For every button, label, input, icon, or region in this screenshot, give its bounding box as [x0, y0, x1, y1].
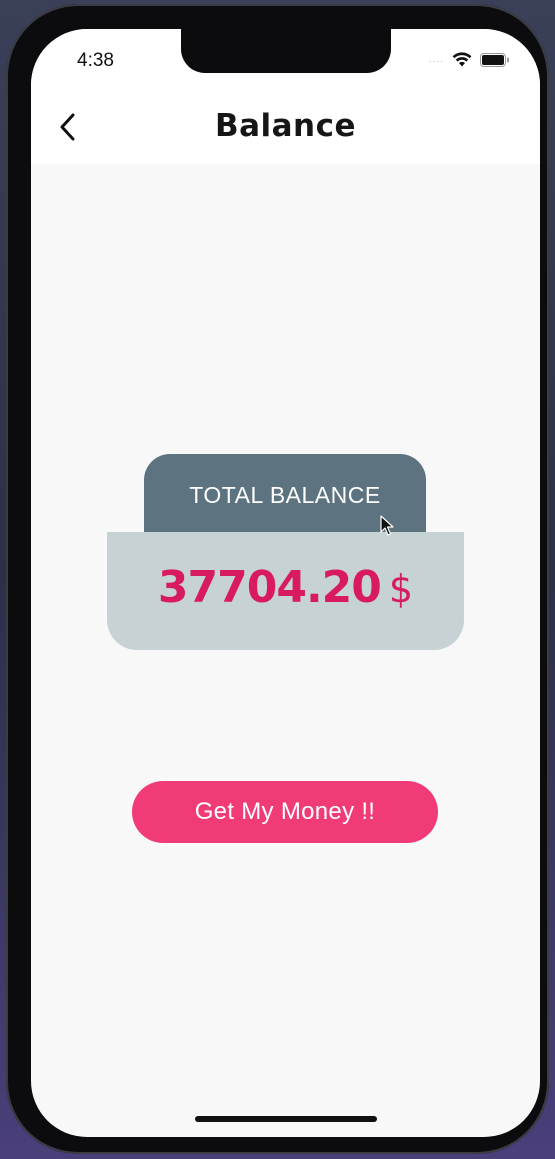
get-my-money-button[interactable]: Get My Money !!	[132, 781, 438, 843]
status-icons: ....	[429, 52, 510, 67]
phone-frame: 4:38 .... Balance TOTAL BALANCE 37704.20…	[6, 4, 549, 1154]
battery-icon	[480, 52, 509, 67]
home-indicator[interactable]	[195, 1116, 377, 1122]
wifi-icon	[452, 52, 472, 67]
total-balance-label: TOTAL BALANCE	[189, 482, 381, 508]
signal-dots-icon: ....	[428, 53, 444, 65]
balance-card: 37704.20 $	[107, 532, 464, 650]
status-time: 4:38	[77, 50, 114, 71]
mouse-cursor-icon	[380, 515, 394, 536]
balance-amount-value: 37704.20	[157, 562, 382, 613]
device-notch	[181, 29, 391, 73]
app-screen: 4:38 .... Balance TOTAL BALANCE 37704.20…	[31, 29, 540, 1137]
page-title: Balance	[214, 108, 357, 144]
navigation-bar: Balance	[31, 89, 540, 164]
balance-currency: $	[388, 567, 414, 611]
balance-amount: 37704.20 $	[107, 562, 464, 613]
